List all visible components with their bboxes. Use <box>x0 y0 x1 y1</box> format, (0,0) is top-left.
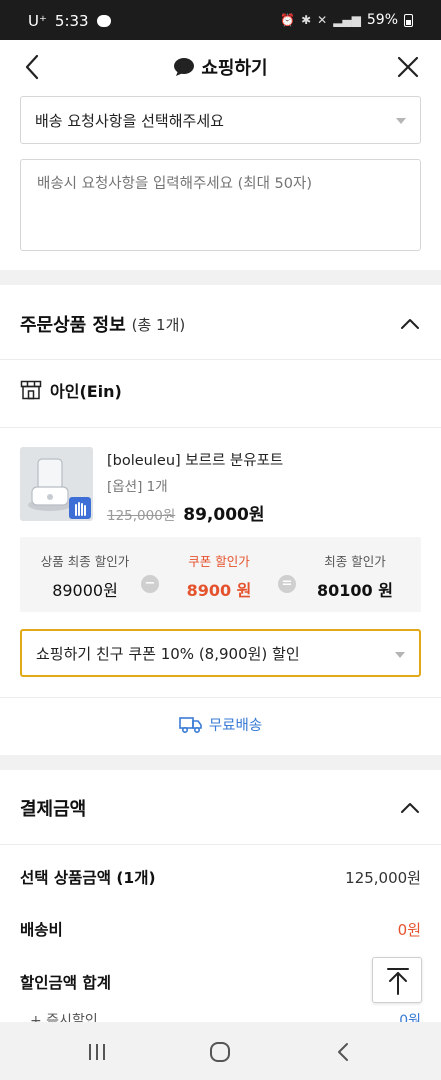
chevron-up-icon[interactable] <box>399 797 421 819</box>
coupon-select-label: 쇼핑하기 친구 쿠폰 10% (8,900원) 할인 <box>36 644 300 663</box>
coupon-discount-value: 8900 원 <box>186 581 252 600</box>
order-info-count: (총 1개) <box>131 315 186 334</box>
product-discount-value: 89000원 <box>52 581 118 600</box>
coupon-discount-col: 쿠폰 할인가 8900 원 <box>159 551 279 601</box>
home-icon[interactable] <box>207 1039 233 1065</box>
product-info: [boleuleu] 보르르 분유포트 [옵션] 1개 125,000원 89,… <box>107 449 283 525</box>
final-discount-label: 최종 할인가 <box>324 554 386 569</box>
payment-row-shipping: 배송비 0원 <box>20 918 421 940</box>
status-bar: U⁺ 5:33 ⏰ ✱ ✕ ▂▄▆ 59% <box>0 0 441 40</box>
payment-row-subtotal: 선택 상품금액 (1개) 125,000원 <box>20 866 421 888</box>
order-info-header[interactable]: 주문상품 정보 (총 1개) <box>20 311 421 337</box>
mute-icon: ✕ <box>317 13 328 27</box>
original-price: 125,000원 <box>107 508 176 524</box>
final-price: 89,000원 <box>183 505 265 525</box>
truck-icon <box>179 716 202 733</box>
system-nav-bar <box>0 1022 441 1080</box>
shipping-fee-label: 배송비 <box>20 921 63 939</box>
equals-icon: = <box>278 575 296 593</box>
minus-icon: − <box>141 575 159 593</box>
signal-icon: ▂▄▆ <box>333 13 361 27</box>
scroll-top-button[interactable] <box>372 957 422 1003</box>
header: 쇼핑하기 <box>0 40 441 94</box>
nav-back-icon[interactable] <box>331 1039 357 1065</box>
product-name[interactable]: [boleuleu] 보르르 분유포트 <box>107 449 283 470</box>
payment-header[interactable]: 결제금액 <box>20 795 421 821</box>
delivery-request-select-label: 배송 요청사항을 선택해주세요 <box>35 111 224 130</box>
divider <box>0 844 441 845</box>
product-image[interactable] <box>20 447 93 521</box>
section-gap <box>0 270 441 285</box>
recent-apps-icon[interactable] <box>84 1039 110 1065</box>
store-row[interactable]: 아인(Ein) <box>20 378 122 402</box>
delivery-request-select[interactable]: 배송 요청사항을 선택해주세요 <box>20 96 421 144</box>
coupon-discount-label: 쿠폰 할인가 <box>188 554 250 569</box>
divider <box>0 359 441 360</box>
final-discount-value: 80100 원 <box>317 581 393 600</box>
product-discount-label: 상품 최종 할인가 <box>40 554 130 569</box>
time-label: 5:33 <box>54 12 89 30</box>
battery-icon <box>404 13 413 27</box>
bluetooth-icon: ✱ <box>301 13 312 27</box>
page-title: 쇼핑하기 <box>201 58 268 79</box>
chevron-up-icon[interactable] <box>399 313 421 335</box>
final-discount-col: 최종 할인가 80100 원 <box>295 551 415 601</box>
payment-title: 결제금액 <box>20 799 87 820</box>
alarm-icon: ⏰ <box>280 13 296 27</box>
section-gap <box>0 755 441 770</box>
order-info-title: 주문상품 정보 <box>20 315 126 336</box>
subtotal-label: 선택 상품금액 (1개) <box>20 869 156 887</box>
scroll-top-icon <box>387 968 409 995</box>
divider <box>0 697 441 698</box>
carrier-label: U⁺ <box>28 12 47 30</box>
message-icon <box>96 15 111 27</box>
shipping-info: 무료배송 <box>0 714 441 735</box>
payment-row-discount-total: 할인금액 합계 <box>20 971 421 993</box>
coupon-select[interactable]: 쇼핑하기 친구 쿠폰 10% (8,900원) 할인 <box>20 629 421 677</box>
discount-total-label: 할인금액 합계 <box>20 974 111 992</box>
chat-bubble-icon <box>174 58 195 76</box>
close-icon[interactable] <box>393 52 423 82</box>
product-discount-col: 상품 최종 할인가 89000원 <box>25 551 145 601</box>
store-name: 아인(Ein) <box>50 382 122 401</box>
delivery-request-input[interactable] <box>20 159 421 251</box>
discount-summary: 상품 최종 할인가 89000원 − 쿠폰 할인가 8900 원 = 최종 할인… <box>20 537 421 612</box>
shipping-fee-value: 0원 <box>397 920 421 939</box>
subtotal-value: 125,000원 <box>345 868 421 887</box>
product-option: [옵션] 1개 <box>107 479 168 495</box>
shipping-label: 무료배송 <box>208 718 263 734</box>
dropdown-caret-icon <box>396 118 406 124</box>
store-icon <box>20 380 42 400</box>
dropdown-caret-icon <box>395 652 405 658</box>
divider <box>0 427 441 428</box>
battery-percent: 59% <box>366 12 398 28</box>
